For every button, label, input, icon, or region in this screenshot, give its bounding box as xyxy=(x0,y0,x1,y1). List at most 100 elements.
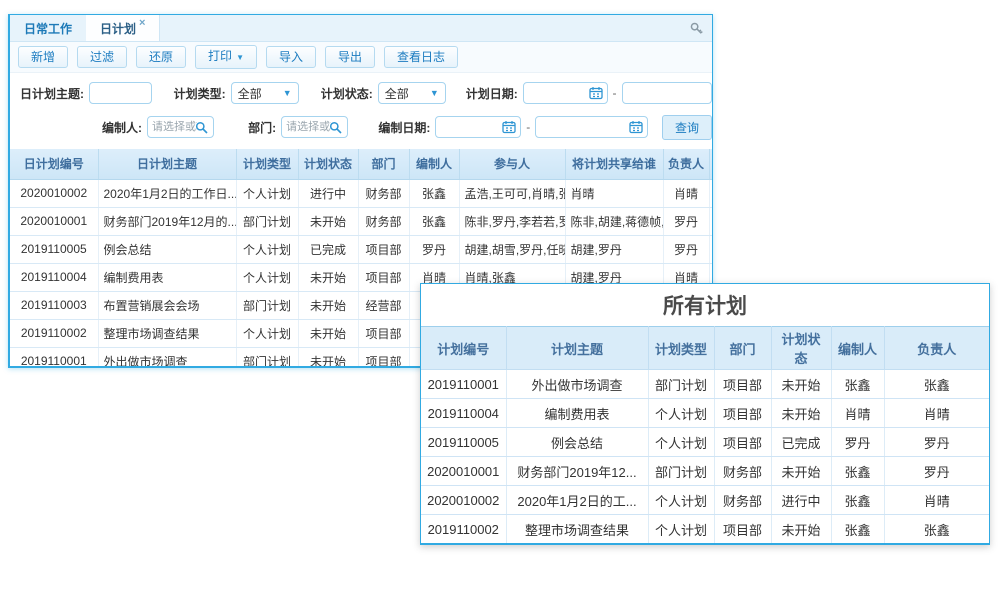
header-row: 计划编号计划主题计划类型部门计划状态编制人负责人 xyxy=(421,327,989,370)
plan-date-to-wrap xyxy=(622,82,712,104)
create-date-from-wrap xyxy=(435,116,521,138)
cell-subject[interactable]: 编制费用表 xyxy=(98,263,236,291)
cell-plan-type: 部门计划 xyxy=(648,370,714,399)
cell-department: 项目部 xyxy=(714,399,771,428)
cell-plan-id[interactable]: 2019110003 xyxy=(10,291,98,319)
plan-status-select[interactable]: 全部 ▼ xyxy=(378,82,446,104)
cell-subject[interactable]: 例会总结 xyxy=(98,235,236,263)
cell-plan-status: 未开始 xyxy=(771,370,831,399)
export-button[interactable]: 导出 xyxy=(325,46,375,68)
key-icon[interactable] xyxy=(689,21,704,36)
column-header-plan-id: 日计划编号 xyxy=(10,149,98,179)
column-header-creator: 编制人 xyxy=(831,327,884,370)
header-row: 日计划编号日计划主题计划类型计划状态部门编制人参与人将计划共享给谁负责人修改 xyxy=(10,149,713,179)
date-separator: - xyxy=(613,86,617,100)
add-button[interactable]: 新增 xyxy=(18,46,68,68)
table-row[interactable]: 2019110005例会总结个人计划已完成项目部罗丹胡建,胡雪,罗丹,任晓...… xyxy=(10,235,713,263)
table-row[interactable]: 2019110001外出做市场调查部门计划项目部未开始张鑫张鑫 xyxy=(421,370,989,399)
subject-label: 日计划主题: xyxy=(20,85,84,102)
cell-plan-status: 未开始 xyxy=(298,291,358,319)
cell-plan-id: 2019110004 xyxy=(421,399,506,428)
cell-plan-id[interactable]: 2019110005 xyxy=(10,235,98,263)
toolbar: 新增 过滤 还原 打印▼ 导入 导出 查看日志 xyxy=(10,42,712,73)
cell-plan-id: 2020010002 xyxy=(421,486,506,515)
cell-creator: 张鑫 xyxy=(831,486,884,515)
filter-button[interactable]: 过滤 xyxy=(77,46,127,68)
cell-plan-type: 个人计划 xyxy=(648,486,714,515)
table-row[interactable]: 20200100022020年1月2日的工作日...个人计划进行中财务部张鑫孟浩… xyxy=(10,179,713,207)
search-icon[interactable] xyxy=(195,121,209,135)
import-button[interactable]: 导入 xyxy=(266,46,316,68)
cell-plan-status: 未开始 xyxy=(298,263,358,291)
cell-subject[interactable]: 财务部门2019年12月的... xyxy=(98,207,236,235)
table-row[interactable]: 2020010001财务部门2019年12...部门计划财务部未开始张鑫罗丹 xyxy=(421,457,989,486)
cell-owner: 罗丹 xyxy=(884,428,989,457)
calendar-icon[interactable] xyxy=(502,120,516,134)
cell-edit[interactable]: 修改 xyxy=(709,207,713,235)
table-row[interactable]: 2019110004编制费用表个人计划项目部未开始肖晴肖晴 xyxy=(421,399,989,428)
cell-creator: 罗丹 xyxy=(409,235,459,263)
table-row[interactable]: 20200100022020年1月2日的工...个人计划财务部进行中张鑫肖晴 xyxy=(421,486,989,515)
cell-plan-status: 未开始 xyxy=(771,515,831,544)
tab-bar: 日常工作 日计划 × xyxy=(10,15,712,42)
cell-department: 项目部 xyxy=(358,347,409,368)
column-header-edit: 修改 xyxy=(709,149,713,179)
calendar-icon[interactable] xyxy=(629,120,643,134)
cell-subject[interactable]: 外出做市场调查 xyxy=(98,347,236,368)
close-icon[interactable]: × xyxy=(139,18,145,29)
plan-type-value: 全部 xyxy=(238,85,262,102)
cell-creator: 罗丹 xyxy=(831,428,884,457)
cell-plan-id[interactable]: 2020010002 xyxy=(10,179,98,207)
cell-department: 项目部 xyxy=(714,515,771,544)
cell-shared-with: 肖晴 xyxy=(565,179,663,207)
column-header-owner: 负责人 xyxy=(884,327,989,370)
cell-participants: 孟浩,王可可,肖晴,张鑫 xyxy=(459,179,565,207)
tab-daily-work[interactable]: 日常工作 xyxy=(10,15,86,41)
creator-input-wrap xyxy=(147,116,214,138)
cell-department: 项目部 xyxy=(358,319,409,347)
cell-plan-id[interactable]: 2019110002 xyxy=(10,319,98,347)
cell-subject: 2020年1月2日的工... xyxy=(506,486,648,515)
cell-owner[interactable]: 罗丹 xyxy=(663,207,709,235)
cell-subject[interactable]: 2020年1月2日的工作日... xyxy=(98,179,236,207)
column-header-department: 部门 xyxy=(714,327,771,370)
plan-date-to-input[interactable] xyxy=(623,84,711,102)
plan-date-from-wrap xyxy=(523,82,608,104)
cell-plan-status: 未开始 xyxy=(298,347,358,368)
table-row[interactable]: 2019110002整理市场调查结果个人计划项目部未开始张鑫张鑫 xyxy=(421,515,989,544)
cell-owner[interactable]: 罗丹 xyxy=(663,235,709,263)
cell-plan-status: 未开始 xyxy=(298,207,358,235)
table-row[interactable]: 2020010001财务部门2019年12月的...部门计划未开始财务部张鑫陈非… xyxy=(10,207,713,235)
view-log-button[interactable]: 查看日志 xyxy=(384,46,458,68)
cell-participants: 陈非,罗丹,李若若,罗... xyxy=(459,207,565,235)
cell-subject: 外出做市场调查 xyxy=(506,370,648,399)
cell-owner[interactable]: 肖晴 xyxy=(663,179,709,207)
cell-plan-id[interactable]: 2019110004 xyxy=(10,263,98,291)
search-icon[interactable] xyxy=(329,121,343,135)
cell-plan-id[interactable]: 2019110001 xyxy=(10,347,98,368)
cell-shared-with: 陈非,胡建,蒋德帧,... xyxy=(565,207,663,235)
cell-plan-id: 2019110001 xyxy=(421,370,506,399)
cell-plan-id[interactable]: 2020010001 xyxy=(10,207,98,235)
cell-shared-with: 胡建,罗丹 xyxy=(565,235,663,263)
cell-plan-status: 已完成 xyxy=(771,428,831,457)
table-row[interactable]: 2019110005例会总结个人计划项目部已完成罗丹罗丹 xyxy=(421,428,989,457)
cell-subject: 例会总结 xyxy=(506,428,648,457)
filter-row-2: 编制人: 部门: 编制日期: xyxy=(10,113,712,141)
query-button[interactable]: 查询 xyxy=(662,115,712,140)
plan-type-select[interactable]: 全部 ▼ xyxy=(231,82,299,104)
print-button[interactable]: 打印▼ xyxy=(195,45,257,69)
restore-button[interactable]: 还原 xyxy=(136,46,186,68)
cell-edit[interactable]: 修改 xyxy=(709,179,713,207)
subject-input[interactable] xyxy=(90,84,151,102)
cell-plan-type: 个人计划 xyxy=(236,179,298,207)
calendar-icon[interactable] xyxy=(589,86,603,100)
cell-plan-status: 已完成 xyxy=(298,235,358,263)
tab-daily-plan[interactable]: 日计划 × xyxy=(86,15,160,41)
cell-subject[interactable]: 整理市场调查结果 xyxy=(98,319,236,347)
cell-department: 财务部 xyxy=(358,207,409,235)
cell-plan-status: 进行中 xyxy=(771,486,831,515)
cell-subject[interactable]: 布置营销展会会场 xyxy=(98,291,236,319)
cell-creator: 张鑫 xyxy=(831,370,884,399)
create-date-label: 编制日期: xyxy=(378,119,430,136)
